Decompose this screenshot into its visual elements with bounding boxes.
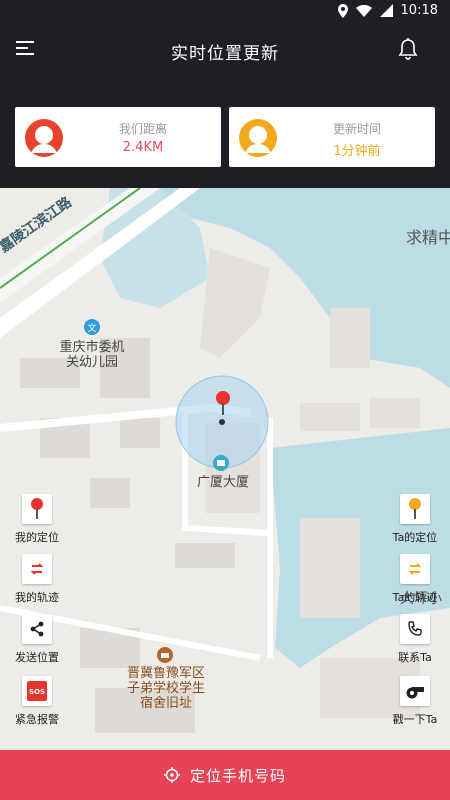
- update-time-card: 更新时间 1分钟前: [229, 107, 435, 167]
- location-icon: [337, 3, 348, 18]
- locate-phone-button[interactable]: 定位手机号码: [0, 750, 450, 800]
- whistle-icon: [406, 687, 424, 699]
- svg-text:文: 文: [87, 322, 96, 334]
- track-icon: [408, 563, 422, 575]
- poke-partner-label: 戳一下Ta: [392, 713, 438, 726]
- target-icon: [163, 767, 180, 783]
- track-icon: [30, 563, 44, 575]
- cards-area: 我们距离 2.4KM 更新时间 1分钟前: [0, 80, 450, 188]
- wifi-icon: [355, 4, 372, 17]
- landmark-poi-icon: [157, 647, 173, 663]
- notification-button[interactable]: [398, 38, 422, 64]
- status-time: 10:18: [400, 3, 438, 18]
- emergency-alarm-label: 紧急报警: [15, 713, 59, 726]
- app-header: 实时位置更新: [0, 24, 450, 80]
- building-poi-icon: [213, 455, 229, 471]
- building-label: 广厦大厦: [196, 475, 249, 490]
- bell-icon: [398, 38, 418, 60]
- pin-icon: [31, 498, 43, 519]
- partner-location-button[interactable]: Ta的定位: [388, 494, 442, 545]
- distance-value: 2.4KM: [122, 140, 164, 155]
- partner-track-label: Ta的轨迹: [392, 591, 438, 604]
- partner-avatar-icon: [25, 119, 63, 157]
- signal-icon: [379, 4, 393, 17]
- sos-icon: SOS: [27, 681, 47, 701]
- locate-phone-label: 定位手机号码: [189, 766, 286, 785]
- kindergarten-label: 重庆市委机 关幼儿园: [59, 340, 125, 370]
- update-time-value: 1分钟前: [333, 144, 381, 159]
- top-right-map-label: 求精中: [406, 228, 450, 247]
- pin-icon: [409, 498, 421, 519]
- map-view[interactable]: 文 嘉陵江滨江路 重庆市委机 关幼儿园 广厦大厦 晋冀鲁豫军区 子弟学校学生 宿…: [0, 188, 450, 750]
- send-location-button[interactable]: 发送位置: [10, 614, 64, 665]
- svg-text:SOS: SOS: [29, 688, 45, 696]
- landmark-label: 晋冀鲁豫军区 子弟学校学生 宿舍旧址: [126, 666, 205, 711]
- distance-card: 我们距离 2.4KM: [15, 107, 221, 167]
- status-bar: 10:18: [0, 0, 450, 24]
- contact-partner-button[interactable]: 联系Ta: [388, 614, 442, 665]
- poke-partner-button[interactable]: 戳一下Ta: [388, 676, 442, 727]
- my-location-label: 我的定位: [15, 531, 59, 544]
- contact-partner-label: 联系Ta: [398, 651, 432, 664]
- update-time-label: 更新时间: [332, 122, 381, 136]
- page-title: 实时位置更新: [171, 44, 279, 64]
- send-location-label: 发送位置: [15, 651, 59, 664]
- my-track-button[interactable]: 我的轨迹: [10, 554, 64, 605]
- self-avatar-icon: [239, 119, 277, 157]
- my-track-label: 我的轨迹: [15, 591, 59, 604]
- my-location-button[interactable]: 我的定位: [10, 494, 64, 545]
- location-marker-icon: [216, 391, 230, 415]
- distance-label: 我们距离: [118, 122, 167, 136]
- share-icon: [30, 621, 44, 637]
- partner-location-label: Ta的定位: [392, 531, 438, 544]
- phone-icon: [408, 621, 422, 636]
- emergency-alarm-button[interactable]: SOS 紧急报警: [10, 676, 64, 727]
- partner-track-button[interactable]: Ta的轨迹: [388, 554, 442, 605]
- school-poi-icon: 文: [84, 319, 100, 335]
